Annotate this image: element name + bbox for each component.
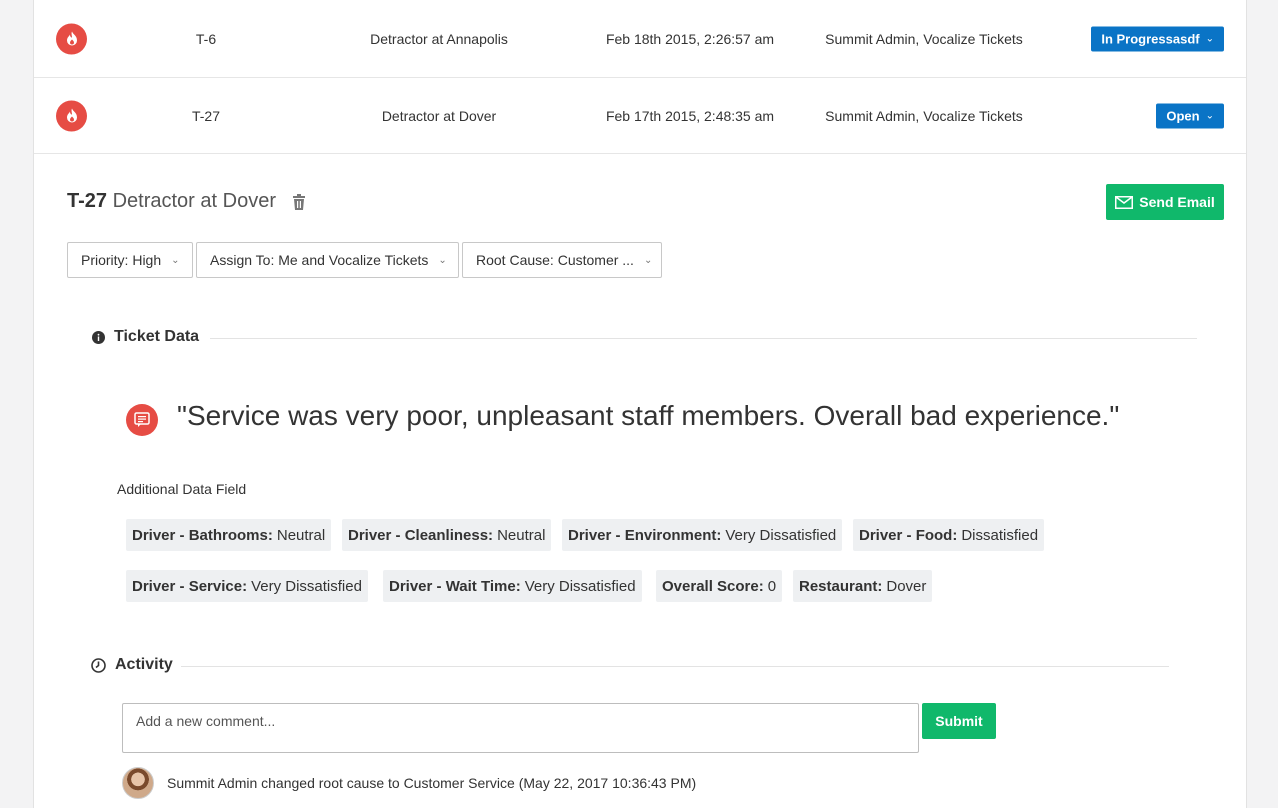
chevron-down-icon: ⌄: [171, 254, 180, 266]
ticket-data-heading: Ticket Data: [92, 328, 199, 346]
field-key: Driver - Environment:: [568, 526, 722, 544]
activity-entry: Summit Admin changed root cause to Custo…: [167, 775, 697, 791]
data-field-chip: Overall Score: 0: [656, 570, 783, 602]
chevron-down-icon: ⌄: [438, 254, 447, 266]
activity-heading: Activity: [91, 656, 173, 674]
field-key: Overall Score:: [662, 577, 764, 595]
field-key: Driver - Wait Time:: [389, 577, 521, 595]
chevron-down-icon: ⌄: [643, 254, 653, 266]
additional-data-label: Additional Data Field: [117, 481, 247, 497]
root-cause-label: Root Cause: Customer ...: [476, 252, 634, 268]
flame-icon: [56, 100, 87, 131]
flame-icon: [56, 23, 87, 54]
root-cause-dropdown[interactable]: Root Cause: Customer ... ⌄: [462, 242, 662, 278]
priority-label: Priority: High: [81, 252, 162, 268]
ticket-owners: Summit Admin, Vocalize Tickets: [825, 107, 1023, 124]
divider: [181, 666, 1169, 667]
data-field-chip: Driver - Environment: Very Dissatisfied: [562, 519, 843, 551]
detail-ticket-id: T-27: [67, 190, 108, 212]
feedback-quote: "Service was very poor, unpleasant staff…: [177, 400, 1120, 431]
ticket-title: Detractor at Annapolis: [370, 30, 508, 47]
priority-dropdown[interactable]: Priority: High ⌄: [67, 242, 193, 278]
trash-icon[interactable]: [292, 194, 306, 210]
data-field-chip: Restaurant: Dover: [793, 570, 933, 602]
status-label: Open: [1166, 108, 1200, 123]
detail-ticket-name: Detractor at Dover: [112, 190, 276, 212]
comment-icon: [126, 404, 158, 436]
field-key: Restaurant:: [799, 577, 883, 595]
comment-input[interactable]: [122, 703, 919, 753]
submit-button[interactable]: Submit: [922, 703, 996, 739]
send-email-label: Send Email: [1139, 194, 1215, 210]
divider: [210, 338, 1197, 339]
ticket-date: Feb 17th 2015, 2:48:35 am: [605, 107, 775, 124]
field-value: Very Dissatisfied: [251, 577, 362, 595]
data-field-chip: Driver - Bathrooms: Neutral: [126, 519, 332, 551]
data-field-chip: Driver - Food: Dissatisfied: [853, 519, 1045, 551]
chevron-down-icon: ⌄: [1205, 110, 1214, 121]
status-dropdown[interactable]: In Progressasdf ⌄: [1091, 26, 1224, 51]
field-key: Driver - Service:: [132, 577, 248, 595]
status-dropdown[interactable]: Open ⌄: [1156, 103, 1224, 128]
ticket-id: T-27: [191, 107, 221, 124]
field-value: Very Dissatisfied: [725, 526, 837, 544]
ticket-owners: Summit Admin, Vocalize Tickets: [825, 30, 1023, 47]
field-value: Neutral: [276, 526, 326, 544]
chevron-down-icon: ⌄: [1205, 33, 1214, 44]
field-value: Neutral: [497, 526, 546, 544]
ticket-date: Feb 18th 2015, 2:26:57 am: [605, 30, 775, 47]
data-field-chip: Driver - Cleanliness: Neutral: [342, 519, 552, 551]
field-key: Driver - Food:: [859, 526, 958, 544]
field-value: Dover: [886, 577, 927, 595]
status-label: In Progressasdf: [1101, 31, 1200, 46]
ticket-row[interactable]: T-27 Detractor at Dover Feb 17th 2015, 2…: [34, 78, 1246, 154]
ticket-id: T-6: [195, 30, 217, 47]
info-icon: [92, 330, 105, 344]
ticket-panel: T-6 Detractor at Annapolis Feb 18th 2015…: [33, 0, 1247, 808]
avatar: [122, 767, 154, 799]
ticket-data-label: Ticket Data: [114, 328, 200, 345]
ticket-detail-title: T-27 Detractor at Dover: [67, 190, 276, 213]
activity-label: Activity: [115, 656, 173, 673]
field-value: Dissatisfied: [961, 526, 1039, 544]
field-value: Very Dissatisfied: [524, 577, 636, 595]
ticket-title: Detractor at Dover: [381, 107, 497, 124]
assign-label: Assign To: Me and Vocalize Tickets: [210, 252, 429, 268]
envelope-icon: [1115, 195, 1134, 209]
data-field-chip: Driver - Wait Time: Very Dissatisfied: [383, 570, 642, 602]
data-field-chip: Driver - Service: Very Dissatisfied: [126, 570, 368, 602]
clock-icon: [91, 657, 106, 673]
field-key: Driver - Cleanliness:: [348, 526, 494, 544]
field-value: 0: [767, 577, 777, 595]
assign-dropdown[interactable]: Assign To: Me and Vocalize Tickets ⌄: [196, 242, 459, 278]
send-email-button[interactable]: Send Email: [1106, 184, 1224, 220]
ticket-row[interactable]: T-6 Detractor at Annapolis Feb 18th 2015…: [34, 0, 1246, 78]
field-key: Driver - Bathrooms:: [132, 526, 273, 544]
